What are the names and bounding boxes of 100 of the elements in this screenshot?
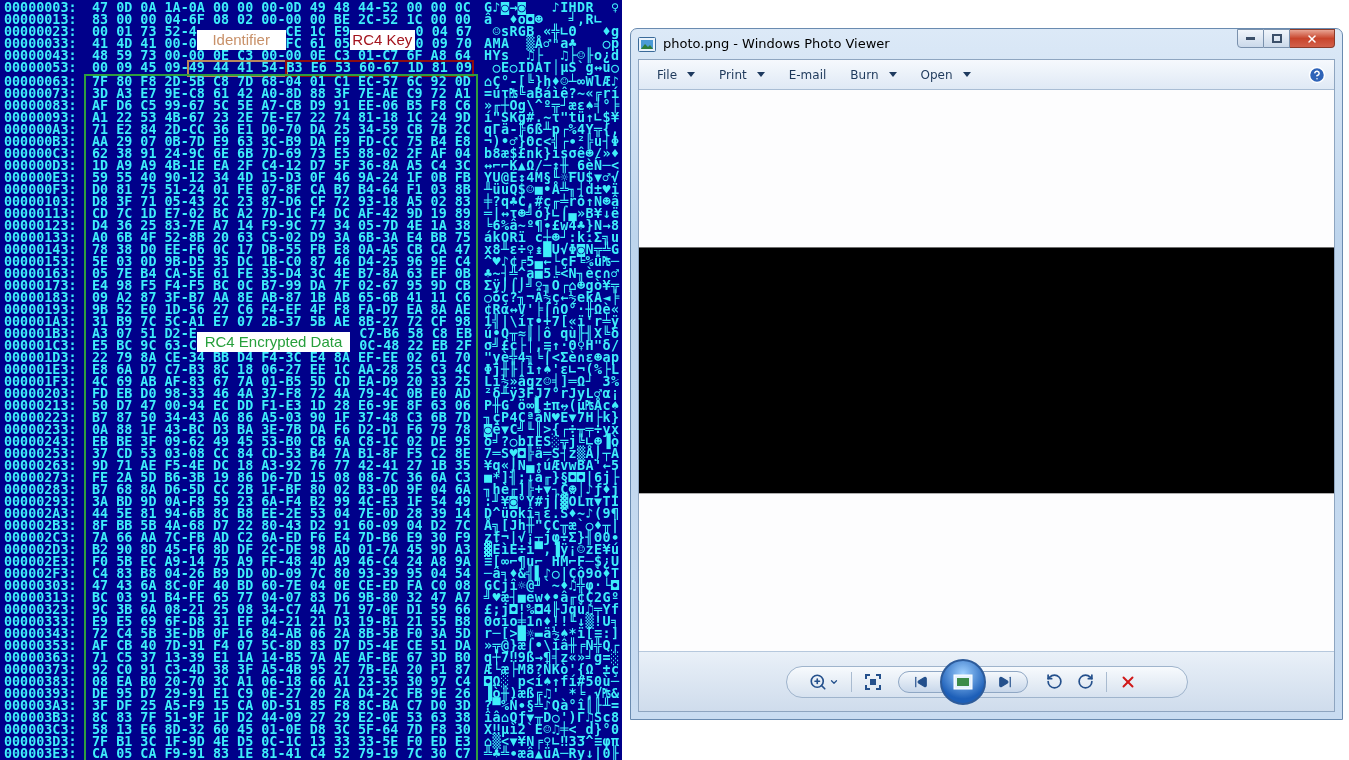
fit-button[interactable]: [863, 672, 882, 691]
offset-label: 00000193:: [4, 304, 78, 316]
hex-bytes: 9C 3B 6A 08-21 25 08 34-C7 4A 71 97-0E D1 59 66: [92, 604, 471, 616]
hex-bytes: 62 38 91 24-9C 6E 6B 7D-69 73 E5 88-02 2F AF 04: [92, 148, 471, 160]
hex-bytes: FD EB D0 98-33 46 4A 37-F8 72 4A 79-4C 0B E0 AD: [92, 388, 471, 400]
offset-label: 000002D3:: [4, 544, 78, 556]
close-button[interactable]: [1290, 29, 1335, 48]
offset-label: 000003A3:: [4, 700, 78, 712]
offset-label: 000002F3:: [4, 568, 78, 580]
offset-label: 000000B3:: [4, 136, 78, 148]
hex-bytes: 9B 52 E0 1D-56 27 C6 F4-EF 4F F8 FA-D7 EA 8A AE: [92, 304, 471, 316]
rotate-right-icon: [1076, 673, 1094, 690]
zoom-in-icon: [808, 672, 827, 691]
help-icon[interactable]: [1308, 65, 1326, 84]
annotation-label: Identifier: [196, 30, 286, 50]
offset-label: 00000223:: [4, 412, 78, 424]
offset-label: 000000F3:: [4, 184, 78, 196]
next-button[interactable]: [981, 670, 1028, 693]
hex-bytes: AF D6 C5 99-67 5C 5E A7-CB D9 91 EE-06 B5 F8 C6: [92, 100, 471, 112]
hex-bytes: 0A 88 1F 43-BC D3 BA 3E-7B DA F6 D2-D1 F6 79 78: [92, 424, 471, 436]
hex-bytes: AF CB 40 7D-91 F4 07 5C-8D 83 D7 D5-4E CE 51 DA: [92, 640, 471, 652]
hex-bytes: 48 59 73 00-00 0E C3 00-00 0E C3 01-C7 6F A8 64: [92, 50, 471, 62]
hex-bytes: 31 B9 7C 5C-A1 E7 07 2B-37 5B AE 8B-27 72 CF 98: [92, 316, 471, 328]
hex-bytes: D8 3F 71 05-43 2C 23 87-D6 CF 72 93-18 A5 02 83: [92, 196, 471, 208]
hex-bytes: 7A 66 AA 7C-FB AD C2 6A-ED F6 E4 7D-B6 E9 30 F9: [92, 532, 471, 544]
offset-label: 000001A3:: [4, 316, 78, 328]
menu-item[interactable]: Open: [920, 65, 971, 84]
hex-bytes: 7F B1 3C 1F-9D 4E D5 0C-1C 13 33 33-5E F0 ED E3: [92, 736, 471, 748]
offset-label: 00000363:: [4, 652, 78, 664]
hex-bytes: 0 09 70: [415, 38, 472, 50]
hex-bytes: 0C-48 22 EB 2F: [359, 340, 472, 352]
rotate-right-button[interactable]: [1076, 673, 1094, 690]
annotation-label: RC4 Encrypted Data: [196, 332, 351, 352]
caret-icon: [888, 72, 897, 77]
caret-icon: [687, 72, 696, 77]
hex-bytes: FC 61 05: [285, 38, 351, 50]
menu-item[interactable]: Print: [719, 65, 765, 84]
hex-bytes: 47 43 6A 8C-0F 40 BD 60-7E 04 0E CE-ED FA C0 08: [92, 580, 471, 592]
hex-bytes: F0 5B EC A9-14 75 A9 FF-48 4D A9 46-C4 24 A8 9A: [92, 556, 471, 568]
offset-label: 00000393:: [4, 688, 78, 700]
offset-label: 00000333:: [4, 616, 78, 628]
hex-bytes: D4 36 25 83-7E A7 14 F9-9C 77 34 05-7D 4E 1A 38: [92, 220, 471, 232]
rotate-left-button[interactable]: [1045, 673, 1063, 690]
hex-bytes: EB BE 3F 09-62 49 45 53-B0 CB 6A C8-1C 02 DE 95: [92, 436, 471, 448]
offset-label: 00000253:: [4, 448, 78, 460]
offset-label: 000001D3:: [4, 352, 78, 364]
previous-button[interactable]: [897, 670, 944, 693]
offset-label: 00000023:: [4, 26, 78, 38]
window-title: photo.png - Windows Photo Viewer: [663, 35, 890, 54]
hex-bytes: 72 C4 5B 3E-DB 0F 16 84-AB 06 2A 8B-5B F0 3A 5D: [92, 628, 471, 640]
offset-label: 00000373:: [4, 664, 78, 676]
offset-label: 00000163:: [4, 268, 78, 280]
offset-label: 000000C3:: [4, 148, 78, 160]
hex-bytes: B7 68 8A D6-5D CC 2B 1F-BF 80 02 B3-0D 9F 04 6A: [92, 484, 471, 496]
offset-label: 00000153:: [4, 256, 78, 268]
offset-label: 00000263:: [4, 460, 78, 472]
offset-label: 00000003:: [4, 2, 78, 14]
offset-label: 00000173:: [4, 280, 78, 292]
slideshow-icon: [952, 673, 973, 690]
hex-bytes: 22 79 8A CE-34 BB D4 F4-3C E4 8A EF-EE 02 61 70: [92, 352, 471, 364]
zoom-button[interactable]: [808, 672, 839, 691]
maximize-button[interactable]: [1264, 29, 1290, 48]
menu-item[interactable]: E-mail: [788, 65, 827, 84]
hex-bytes: 1D A9 A9 4B-1E EA 2F C4-12 D7 5F 36-8A A5 C4 3C: [92, 160, 471, 172]
hex-bytes: 5E 03 0D 9B-D5 35 DC 1B-C0 87 46 D4-25 96 9E C4: [92, 256, 471, 268]
offset-label: 00000013:: [4, 14, 78, 26]
menu-item[interactable]: Burn: [850, 65, 897, 84]
hex-bytes: 3D A3 E7 9E-C8 61 42 A0-8D 88 3F 7E-AE C9 72 A1: [92, 88, 471, 100]
offset-label: 00000203:: [4, 388, 78, 400]
previous-icon: [913, 674, 928, 689]
caret-icon: [962, 72, 971, 77]
hex-bytes: BC 03 91 B4-FE 65 77 04-07 83 D6 9B-80 32 47 A7: [92, 592, 471, 604]
offset-label: 000003E3:: [4, 748, 78, 760]
hex-bytes: 59 55 40 90-12 34 4D 15-D3 0F 46 9A-24 1F 0B FB: [92, 172, 471, 184]
offset-label: 00000213:: [4, 400, 78, 412]
offset-label: 000000E3:: [4, 172, 78, 184]
offset-label: 00000113:: [4, 208, 78, 220]
hex-bytes: 0 04 67: [415, 26, 472, 38]
offset-label: 000001C3:: [4, 340, 78, 352]
close-icon: [1306, 32, 1318, 45]
hex-bytes: 71 E2 84 2D-CC 36 E1 D0-70 DA 25 34-59 CB 7B 2C: [92, 124, 471, 136]
offset-label: 000001E3:: [4, 364, 78, 376]
minimize-icon: [1246, 37, 1255, 40]
offset-label: 00000233:: [4, 424, 78, 436]
hex-bytes: D0 81 75 51-24 01 FE 07-8F CA B7 B4-64 F1 03 8B: [92, 184, 471, 196]
offset-label: 00000313:: [4, 592, 78, 604]
offset-label: 000000D3:: [4, 160, 78, 172]
hex-bytes: CE 1C E9: [285, 26, 351, 38]
minimize-button[interactable]: [1237, 29, 1264, 48]
rotate-left-icon: [1045, 673, 1063, 690]
menu-item[interactable]: File: [657, 65, 696, 84]
hex-bytes: E9 E5 69 6F-D8 31 EF 04-21 21 D3 19-B1 21 55 B8: [92, 616, 471, 628]
hex-bytes: 37 CD 53 03-08 CC 84 CD-53 B4 7A B1-8F F5 C2 8E: [92, 448, 471, 460]
hex-bytes: 05 7E B4 CA-5E 61 FE 35-D4 3C 4E B7-8A 63 EF 0B: [92, 268, 471, 280]
hex-bytes: 8C 83 7F 51-9F 1F D2 44-09 27 29 E2-0E 53 63 38: [92, 712, 471, 724]
hex-bytes: AA 29 07 0B-7D E9 63 3C-B9 DA F9 FD-CC 75 B4 E8: [92, 136, 471, 148]
offset-label: 00000133:: [4, 232, 78, 244]
offset-label: 000002B3:: [4, 520, 78, 532]
offset-label: 00000053:: [4, 62, 78, 74]
annotation-label: RC4 Key: [350, 30, 415, 50]
